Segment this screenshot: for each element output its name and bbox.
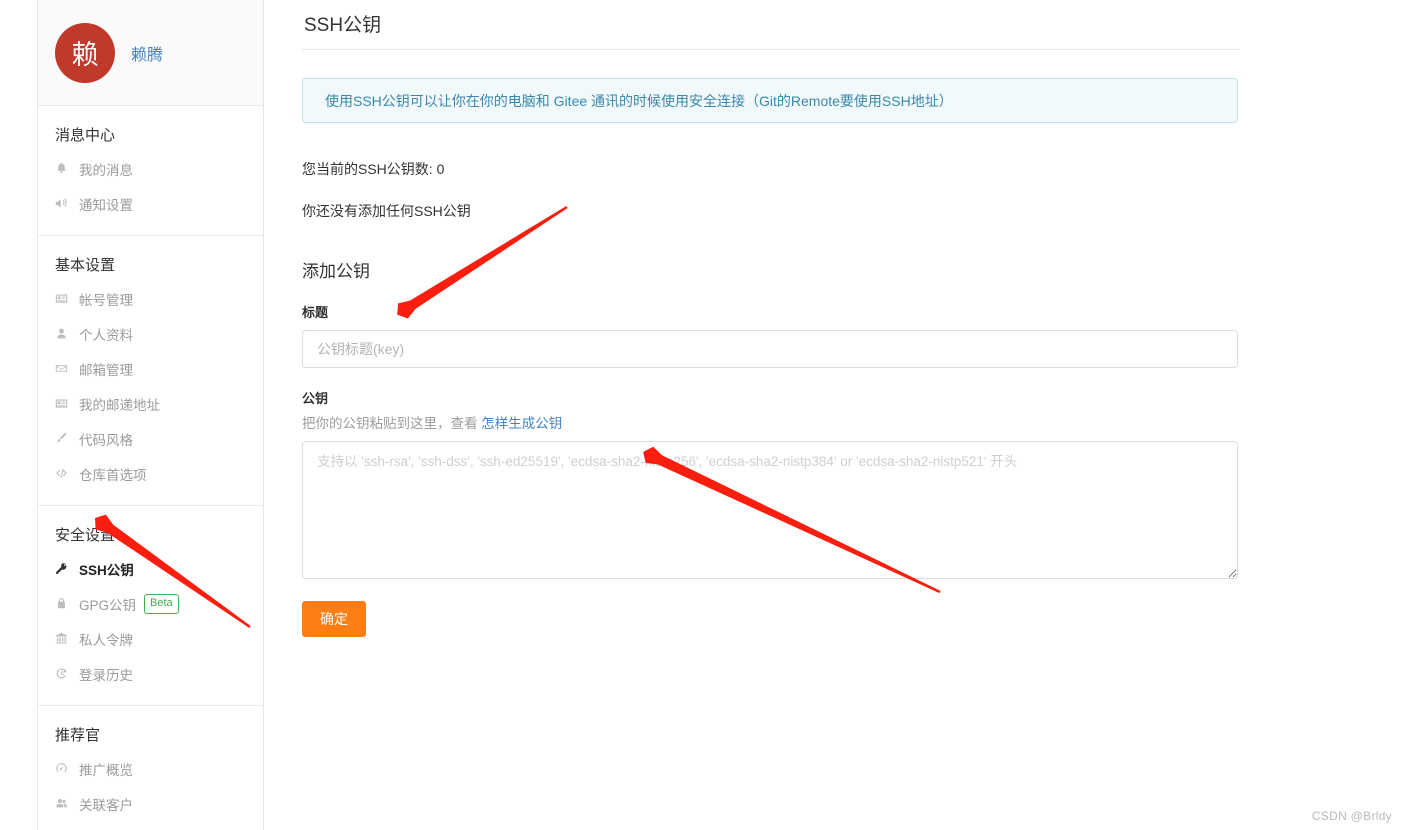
page-title: SSH公钥 [302, 0, 1240, 50]
sidebar-item-nav-3-1[interactable]: 关联客户 [38, 786, 263, 821]
sidebar-item-nav-1-3[interactable]: 我的邮递地址 [38, 386, 263, 421]
sidebar-nav: 消息中心我的消息通知设置基本设置帐号管理个人资料邮箱管理我的邮递地址 代码风格仓库… [38, 106, 263, 830]
key-field-hint-text: 把你的公钥粘贴到这里，查看 [302, 416, 482, 431]
sidebar-item-label: 邮箱管理 [79, 362, 133, 378]
users-icon [55, 797, 72, 810]
key-icon [55, 562, 72, 575]
sidebar-item-label: 个人资料 [79, 327, 133, 343]
sidebar-item-nav-3-2[interactable]: 反佣订单 [38, 821, 263, 830]
sidebar-item-label: 代码风格 [79, 432, 133, 448]
sidebar-item-nav-1-5[interactable]: 仓库首选项 [38, 456, 263, 491]
how-to-generate-key-link[interactable]: 怎样生成公钥 [481, 416, 562, 431]
sidebar-item-label: 我的邮递地址 [79, 397, 160, 413]
key-field-hint: 把你的公钥粘贴到这里，查看 怎样生成公钥 [302, 412, 1242, 432]
sidebar-group: 消息中心我的消息通知设置 [38, 106, 263, 235]
sidebar-group-spacer [38, 691, 263, 705]
sidebar-item-label: 推广概览 [79, 762, 133, 778]
history-icon [55, 667, 72, 680]
speaker-icon [55, 197, 72, 210]
sidebar-item-label: 私人令牌 [79, 632, 133, 648]
id-card-icon [55, 292, 72, 305]
sidebar-item-nav-2-2[interactable]: 私人令牌 [38, 621, 263, 656]
submit-button[interactable]: 确定 [302, 601, 366, 637]
sidebar-group-title: 基本设置 [55, 257, 116, 274]
sidebar-group: 安全设置 SSH公钥 GPG公钥 Beta 私人令牌登录历史 [38, 505, 263, 705]
sidebar-group: 推荐官推广概览关联客户反佣订单 [38, 705, 263, 830]
profile-name[interactable]: 赖腾 [131, 41, 163, 65]
add-key-section-title: 添加公钥 [302, 262, 370, 281]
sidebar-item-nav-0-0[interactable]: 我的消息 [38, 151, 263, 186]
main-content: SSH公钥 使用SSH公钥可以让你在你的电脑和 Gitee 通讯的时候使用安全连… [302, 0, 1242, 637]
sidebar-item-nav-1-4[interactable]: 代码风格 [38, 421, 263, 456]
avatar: 赖 [55, 22, 115, 83]
sidebar-item-label: 我的消息 [79, 162, 133, 178]
sidebar-item-label: 关联客户 [79, 797, 133, 813]
settings-sidebar: 赖 赖腾 消息中心我的消息通知设置基本设置帐号管理个人资料邮箱管理我的邮递地址代… [37, 0, 264, 830]
sidebar-group-spacer [38, 221, 263, 235]
sidebar-group-title: 安全设置 [55, 527, 116, 544]
public-key-textarea[interactable] [302, 441, 1238, 579]
sidebar-group-title: 消息中心 [55, 127, 116, 144]
title-field-label: 标题 [302, 305, 329, 320]
envelope-icon [55, 362, 72, 375]
profile-header[interactable]: 赖 赖腾 [38, 0, 263, 106]
sidebar-item-nav-1-2[interactable]: 邮箱管理 [38, 351, 263, 386]
brush-icon [55, 432, 72, 445]
ssh-info-banner-text: 使用SSH公钥可以让你在你的电脑和 Gitee 通讯的时候使用安全连接（Git的… [325, 92, 953, 109]
ssh-info-banner: 使用SSH公钥可以让你在你的电脑和 Gitee 通讯的时候使用安全连接（Git的… [302, 78, 1238, 123]
sidebar-item-label: 仓库首选项 [79, 467, 147, 483]
bell-icon [55, 162, 72, 175]
ssh-key-count: 您当前的SSH公钥数: 0 [302, 161, 445, 177]
sidebar-item-nav-2-3[interactable]: 登录历史 [38, 656, 263, 691]
watermark: CSDN @Brldy [1311, 809, 1392, 823]
sidebar-item-label: SSH公钥 [79, 562, 134, 578]
sidebar-group-spacer [38, 491, 263, 505]
sidebar-item-label: GPG公钥 [79, 597, 137, 613]
sidebar-item-ssh-key[interactable]: SSH公钥 [38, 551, 263, 586]
sidebar-item-nav-3-0[interactable]: 推广概览 [38, 751, 263, 786]
user-icon [55, 327, 72, 340]
dashboard-icon [55, 762, 72, 775]
sidebar-item-nav-0-1[interactable]: 通知设置 [38, 186, 263, 221]
sidebar-item-label: 登录历史 [79, 667, 133, 683]
sidebar-item-label: 通知设置 [79, 197, 133, 213]
ssh-key-empty-message: 你还没有添加任何SSH公钥 [302, 203, 471, 219]
page-root: 赖 赖腾 消息中心我的消息通知设置基本设置帐号管理个人资料邮箱管理我的邮递地址代… [0, 0, 1404, 830]
key-title-input[interactable] [302, 330, 1238, 368]
beta-badge: Beta [144, 593, 179, 614]
sidebar-item-nav-1-0[interactable]: 帐号管理 [38, 281, 263, 316]
id-card-icon [55, 397, 72, 410]
code-icon [55, 467, 72, 480]
sidebar-group-title: 推荐官 [55, 727, 101, 744]
sidebar-item-label: 帐号管理 [79, 292, 133, 308]
sidebar-item-nav-1-1[interactable]: 个人资料 [38, 316, 263, 351]
bank-icon [55, 632, 72, 645]
key-field-label: 公钥 [302, 391, 329, 406]
sidebar-group: 基本设置帐号管理个人资料邮箱管理我的邮递地址 代码风格仓库首选项 [38, 235, 263, 505]
lock-icon [55, 597, 72, 610]
sidebar-item-nav-2-1[interactable]: GPG公钥 Beta [38, 586, 263, 621]
